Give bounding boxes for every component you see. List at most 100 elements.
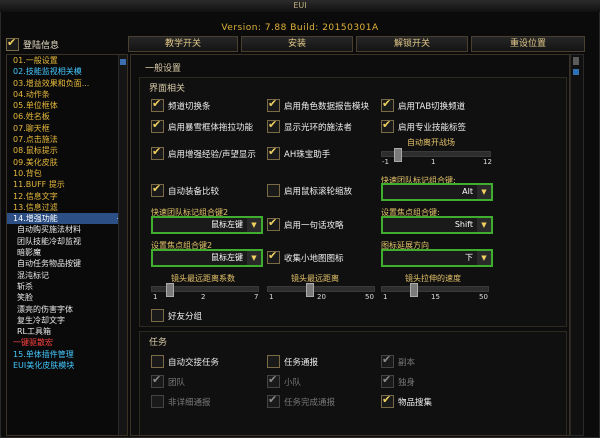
sidebar-item[interactable]: 自动购买施法材料 bbox=[7, 224, 127, 235]
chevron-down-icon[interactable]: ▼ bbox=[247, 218, 261, 232]
checkbox-icon[interactable] bbox=[151, 355, 164, 368]
sidebar-item[interactable]: 06.姓名板 bbox=[7, 111, 127, 122]
sidebar-item[interactable]: 13.信息过滤 bbox=[7, 202, 127, 213]
character-report-checkbox[interactable]: 启用角色数据报告模块 bbox=[267, 97, 369, 112]
sidebar-item[interactable]: 12.信息文字 bbox=[7, 191, 127, 202]
chevron-down-icon[interactable]: ▼ bbox=[477, 251, 491, 265]
focus-key2-dropdown[interactable]: 鼠标左键 ▼ bbox=[151, 249, 263, 267]
sidebar-item[interactable]: 11.BUFF 提示 bbox=[7, 179, 127, 190]
sidebar-item[interactable]: 自动任务物品按键 bbox=[7, 258, 127, 269]
sidebar-item[interactable]: 07.点击施法 bbox=[7, 134, 127, 145]
sidebar-item[interactable]: 09.美化皮肤 bbox=[7, 157, 127, 168]
checkbox-icon[interactable] bbox=[267, 373, 280, 388]
content-scrollbar[interactable] bbox=[570, 54, 584, 436]
checkbox-icon[interactable] bbox=[267, 184, 280, 197]
report-party-checkbox[interactable]: 小队 bbox=[267, 373, 301, 388]
report-solo-checkbox[interactable]: 独身 bbox=[381, 373, 415, 388]
sidebar-item[interactable]: 07.聊天框 bbox=[7, 123, 127, 134]
checkbox-icon[interactable] bbox=[381, 97, 394, 112]
brief-report-checkbox[interactable]: 非详细通报 bbox=[151, 395, 211, 408]
report-instance-checkbox[interactable]: 副本 bbox=[381, 353, 415, 368]
sidebar-scrollbar[interactable] bbox=[118, 55, 127, 435]
tutorial-toggle-button[interactable]: 教学开关 bbox=[128, 36, 238, 52]
mouse-wheel-zoom-checkbox[interactable]: 启用鼠标滚轮缩放 bbox=[267, 184, 352, 197]
profession-tab-checkbox[interactable]: 启用专业技能标签 bbox=[381, 118, 466, 133]
frame-drag-checkbox[interactable]: 启用暴雪框体拖拉功能 bbox=[151, 118, 253, 133]
slider-knob[interactable] bbox=[394, 148, 402, 162]
xp-rep-display-checkbox[interactable]: 启用增强经验/声望显示 bbox=[151, 145, 256, 160]
sidebar-item[interactable]: 暗影魔 bbox=[7, 247, 127, 258]
raid-mark-key2-dropdown[interactable]: 鼠标左键 ▼ bbox=[151, 216, 263, 234]
channel-switch-bar-checkbox[interactable]: 频道切换条 bbox=[151, 97, 211, 112]
chevron-down-icon[interactable]: ▼ bbox=[477, 185, 491, 199]
unlock-toggle-button[interactable]: 解锁开关 bbox=[356, 36, 468, 52]
sidebar-item[interactable]: 14.增强功能− bbox=[7, 213, 127, 225]
scroll-thumb[interactable] bbox=[573, 57, 579, 65]
focus-key-dropdown[interactable]: Shift ▼ bbox=[381, 216, 493, 234]
friend-groups-checkbox[interactable]: 好友分组 bbox=[151, 309, 202, 322]
minimap-icons-checkbox[interactable]: 收集小地图图标 bbox=[267, 249, 344, 264]
install-button[interactable]: 安装 bbox=[241, 36, 353, 52]
checkbox-icon[interactable] bbox=[381, 393, 394, 408]
login-info-checkbox[interactable]: 登陆信息 bbox=[6, 36, 59, 51]
checkbox-icon[interactable] bbox=[267, 97, 280, 112]
checkbox-icon[interactable] bbox=[381, 353, 394, 368]
sidebar-item[interactable]: 05.单位框体 bbox=[7, 100, 127, 111]
one-line-guide-checkbox[interactable]: 启用一句话攻略 bbox=[267, 216, 344, 231]
checkbox-icon[interactable] bbox=[151, 182, 164, 197]
slider-knob[interactable] bbox=[306, 283, 314, 297]
camera-speed-slider[interactable] bbox=[381, 283, 489, 297]
sidebar-item[interactable]: 15.单体插件管理 bbox=[7, 349, 127, 360]
checkbox-icon[interactable] bbox=[151, 118, 164, 133]
sidebar-item[interactable]: 团队技能冷却监视 bbox=[7, 236, 127, 247]
sidebar-item[interactable]: 混沌标记 bbox=[7, 270, 127, 281]
sidebar-item[interactable]: 笑脸 bbox=[7, 292, 127, 303]
auto-quest-checkbox[interactable]: 自动交接任务 bbox=[151, 355, 219, 368]
tab-switch-channel-checkbox[interactable]: 启用TAB切换频道 bbox=[381, 97, 465, 112]
sidebar-item[interactable]: 03.增益效果和负面... bbox=[7, 78, 127, 89]
slider-knob[interactable] bbox=[410, 283, 418, 297]
sidebar-item[interactable]: 斩杀 bbox=[7, 281, 127, 292]
checkbox-icon[interactable] bbox=[267, 216, 280, 231]
quest-report-checkbox[interactable]: 任务通报 bbox=[267, 355, 318, 368]
sidebar-item[interactable]: 一键驱散宏 bbox=[7, 337, 127, 348]
chevron-down-icon[interactable]: ▼ bbox=[247, 251, 261, 265]
scroll-arrow-icon[interactable] bbox=[573, 69, 579, 75]
report-raid-checkbox[interactable]: 团队 bbox=[151, 373, 185, 388]
checkbox-icon[interactable] bbox=[267, 145, 280, 160]
sidebar-item[interactable]: 复生冷却文字 bbox=[7, 315, 127, 326]
checkbox-icon[interactable] bbox=[151, 373, 164, 388]
sidebar-item[interactable]: 01.一般设置 bbox=[7, 55, 127, 66]
checkbox-icon[interactable] bbox=[6, 36, 19, 51]
auto-leave-bg-slider[interactable] bbox=[381, 148, 491, 162]
sidebar-item[interactable]: RL工具箱 bbox=[7, 326, 127, 337]
sidebar-item[interactable]: 漂亮的伤害字体 bbox=[7, 304, 127, 315]
raid-mark-key-dropdown[interactable]: Alt ▼ bbox=[381, 183, 493, 201]
icon-direction-dropdown[interactable]: 下 ▼ bbox=[381, 249, 493, 267]
checkbox-icon[interactable] bbox=[151, 145, 164, 160]
checkbox-icon[interactable] bbox=[381, 373, 394, 388]
checkbox-icon[interactable] bbox=[267, 393, 280, 408]
slider-knob[interactable] bbox=[166, 283, 174, 297]
quest-complete-report-checkbox[interactable]: 任务完成通报 bbox=[267, 393, 335, 408]
checkbox-icon[interactable] bbox=[381, 118, 394, 133]
item-collect-checkbox[interactable]: 物品搜集 bbox=[381, 393, 432, 408]
aura-caster-checkbox[interactable]: 显示光环的施法者 bbox=[267, 118, 352, 133]
sidebar-item[interactable]: 10.背包 bbox=[7, 168, 127, 179]
checkbox-icon[interactable] bbox=[151, 395, 164, 408]
sidebar-item[interactable]: EUI美化皮肤模块 bbox=[7, 360, 127, 371]
ah-jewel-helper-checkbox[interactable]: AH珠宝助手 bbox=[267, 145, 330, 160]
sidebar-item[interactable]: 02.技能监视相关模 bbox=[7, 66, 127, 77]
sidebar-item[interactable]: 08.鼠标提示 bbox=[7, 145, 127, 156]
sidebar-scroll-thumb[interactable] bbox=[120, 59, 126, 65]
auto-equip-compare-checkbox[interactable]: 自动装备比较 bbox=[151, 182, 219, 197]
sidebar-item[interactable]: 04.动作条 bbox=[7, 89, 127, 100]
checkbox-icon[interactable] bbox=[267, 355, 280, 368]
chevron-down-icon[interactable]: ▼ bbox=[477, 218, 491, 232]
reset-position-button[interactable]: 重设位置 bbox=[471, 36, 585, 52]
checkbox-icon[interactable] bbox=[151, 97, 164, 112]
checkbox-icon[interactable] bbox=[151, 309, 164, 322]
camera-factor-slider[interactable] bbox=[151, 283, 259, 297]
checkbox-icon[interactable] bbox=[267, 118, 280, 133]
camera-distance-slider[interactable] bbox=[267, 283, 375, 297]
